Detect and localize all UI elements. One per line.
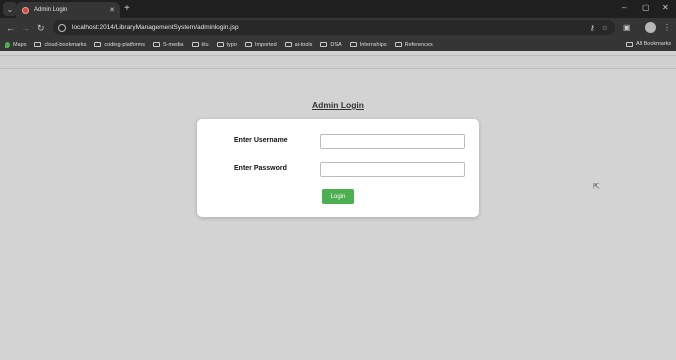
window-close-icon[interactable]: ✕ — [662, 3, 669, 13]
username-label: Enter Username — [234, 137, 288, 144]
maps-pin-icon — [5, 41, 10, 48]
page-title: Admin Login — [312, 100, 364, 110]
bookmark-ai-tools[interactable]: ai-tools — [284, 42, 312, 48]
extensions-icon[interactable]: ▣ — [623, 22, 631, 33]
favicon-icon — [22, 6, 29, 14]
folder-icon — [191, 42, 199, 47]
reload-icon[interactable]: ↻ — [37, 22, 45, 34]
bookmarks-bar: Maps cloud-bookmarks coding-platforms S-… — [0, 38, 676, 51]
forward-icon[interactable]: → — [21, 22, 30, 34]
password-input[interactable] — [320, 162, 465, 177]
tab-search-icon[interactable]: ⌄ — [3, 2, 17, 16]
site-info-icon[interactable] — [58, 23, 66, 32]
folder-icon — [153, 42, 161, 47]
back-icon[interactable]: ← — [6, 22, 15, 34]
star-icon[interactable]: ☆ — [602, 24, 608, 32]
tab-strip: ⌄ Admin Login ✕ + – ▢ ✕ — [0, 0, 676, 18]
key-icon[interactable]: ⚷ — [590, 24, 595, 32]
username-input[interactable] — [320, 134, 465, 149]
page-viewport: Admin Login Enter Username Enter Passwor… — [0, 51, 676, 360]
folder-icon — [349, 42, 357, 47]
folder-icon — [244, 42, 252, 47]
tab-title: Admin Login — [34, 7, 68, 13]
tab-close-icon[interactable]: ✕ — [109, 6, 115, 14]
maximize-icon[interactable]: ▢ — [642, 3, 650, 13]
bookmark-cloud-bookmarks[interactable]: cloud-bookmarks — [34, 42, 86, 48]
folder-icon — [320, 42, 328, 47]
bookmark-coding-platforms[interactable]: coding-platforms — [94, 42, 145, 48]
bookmark-internships[interactable]: Internships — [349, 42, 387, 48]
password-label: Enter Password — [234, 165, 287, 172]
folder-icon — [626, 41, 633, 47]
mouse-cursor-icon: ⇱ — [593, 182, 600, 191]
all-bookmarks[interactable]: All Bookmarks — [626, 41, 671, 47]
menu-icon[interactable]: ⋮ — [663, 22, 671, 33]
folder-icon — [216, 42, 224, 47]
browser-toolbar: ← → ↻ localhost:2014/LibraryManagementSy… — [0, 18, 676, 38]
bookmark-s-media[interactable]: S-media — [153, 42, 184, 48]
bookmark-maps[interactable]: Maps — [5, 41, 26, 48]
bookmark-dsa[interactable]: DSA — [320, 42, 342, 48]
login-card: Enter Username Enter Password Login — [197, 119, 479, 217]
bookmark-typo[interactable]: typo — [216, 42, 237, 48]
url-text[interactable]: localhost:2014/LibraryManagementSystem/a… — [72, 24, 590, 31]
page-header-bar — [0, 55, 676, 69]
folder-icon — [34, 42, 42, 47]
login-button[interactable]: Login — [322, 189, 354, 204]
new-tab-button[interactable]: + — [124, 3, 130, 15]
tab-admin-login[interactable]: Admin Login ✕ — [16, 2, 120, 18]
folder-icon — [94, 42, 102, 47]
profile-avatar-icon[interactable] — [645, 22, 656, 33]
folder-icon — [394, 42, 402, 47]
bookmark-references[interactable]: References — [394, 42, 433, 48]
bookmark-imported[interactable]: Imported — [244, 42, 277, 48]
bookmark-klu[interactable]: klu — [191, 42, 209, 48]
address-bar[interactable]: localhost:2014/LibraryManagementSystem/a… — [53, 20, 615, 35]
minimize-icon[interactable]: – — [622, 3, 626, 13]
folder-icon — [284, 42, 292, 47]
